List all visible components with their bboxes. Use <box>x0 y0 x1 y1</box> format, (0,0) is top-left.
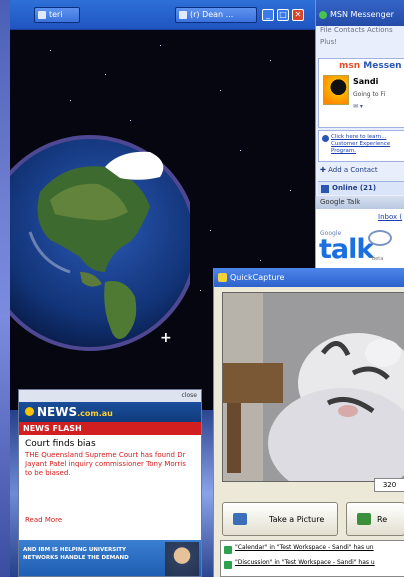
msn-title: MSN Messenger <box>330 10 394 19</box>
news-close-button[interactable]: close <box>19 390 201 402</box>
webcam-image <box>223 293 404 481</box>
window-icon <box>38 11 46 19</box>
taskbar-button-label: teri <box>49 10 63 19</box>
gtalk-beta-label: beta <box>372 256 384 262</box>
webcam-preview <box>222 292 404 482</box>
close-button[interactable]: ✕ <box>292 9 304 21</box>
news-headline[interactable]: Court finds bias <box>19 435 201 449</box>
online-group-header[interactable]: Online (21) <box>318 181 404 195</box>
maximize-button[interactable]: □ <box>277 9 289 21</box>
gtalk-logo: talk <box>319 234 374 265</box>
workspace-icon <box>224 561 232 569</box>
msn-plus-menu[interactable]: Plus! <box>316 38 404 50</box>
log-entry[interactable]: "Calendar" in "Test Workspace - Sandi" h… <box>223 544 374 556</box>
log-entry[interactable]: "Discussion" in "Test Workspace - Sandi"… <box>223 559 375 571</box>
qc-title: QuickCapture <box>230 273 285 282</box>
avatar[interactable] <box>323 75 349 105</box>
take-picture-button[interactable]: Take a Picture <box>222 502 338 536</box>
record-button[interactable]: Re <box>346 502 404 536</box>
taskbar: teri (r) Dean ... _ □ ✕ <box>10 0 315 30</box>
read-more-link[interactable]: Read More <box>25 516 62 524</box>
msn-buddy-icon <box>319 11 327 19</box>
msn-menu-bar[interactable]: File Contacts Actions <box>316 26 404 38</box>
taskbar-edge <box>10 410 18 577</box>
msn-profile-panel: msn Messen Sandi Going to Fi ✉ ▾ <box>318 58 404 128</box>
qc-activity-log: "Calendar" in "Test Workspace - Sandi" h… <box>220 540 404 577</box>
qc-title-bar[interactable]: QuickCapture <box>214 268 404 287</box>
ad-text: AND IBM IS HELPING UNIVERSITY NETWORKS H… <box>23 547 129 561</box>
camera-app-icon <box>218 273 227 282</box>
inbox-link[interactable]: Inbox ( <box>378 213 402 221</box>
mail-icon[interactable]: ✉ ▾ <box>353 103 363 110</box>
taskbar-edge <box>202 410 213 577</box>
news-summary: THE Queensland Supreme Court has found D… <box>25 451 186 477</box>
google-talk-window: Google Talk Inbox ( Google talk beta <box>315 196 404 268</box>
camera-icon <box>233 513 247 525</box>
minimize-button[interactable]: _ <box>262 9 274 21</box>
msn-messenger-window: MSN Messenger File Contacts Actions Plus… <box>315 0 404 196</box>
resolution-select[interactable]: 320 <box>374 478 404 492</box>
msn-user-name[interactable]: Sandi <box>353 77 378 86</box>
taskbar-button-teri[interactable]: teri <box>34 7 80 23</box>
add-contact-link[interactable]: ✚ Add a Contact <box>320 166 378 174</box>
earth-globe[interactable] <box>10 122 190 364</box>
news-flash-label: NEWS FLASH <box>19 422 201 435</box>
add-contact-icon: ✚ <box>320 166 329 174</box>
msn-title-bar[interactable]: MSN Messenger <box>316 0 404 26</box>
info-icon <box>322 135 329 142</box>
crosshair-icon: + <box>160 330 172 346</box>
gtalk-title-bar[interactable]: Google Talk <box>316 196 404 209</box>
taskbar-button-label: (r) Dean ... <box>190 10 234 19</box>
msn-info-link[interactable]: Click here to learn... Customer Experien… <box>318 130 404 162</box>
chat-bubble-icon <box>368 230 392 246</box>
ad-photo <box>165 542 199 576</box>
news-widget: close NEWS.com.au NEWS FLASH Court finds… <box>18 389 202 577</box>
video-icon <box>357 513 371 525</box>
news-brand-header: NEWS.com.au <box>19 402 201 422</box>
window-icon <box>179 11 187 19</box>
news-ad-banner[interactable]: AND IBM IS HELPING UNIVERSITY NETWORKS H… <box>19 540 201 576</box>
taskbar-button-dean[interactable]: (r) Dean ... <box>175 7 257 23</box>
news-logo-icon <box>25 407 34 416</box>
msn-status-message[interactable]: Going to Fi <box>353 91 385 98</box>
quickcapture-window: QuickCapture 320 Take a Picture Re "Cale… <box>213 268 404 577</box>
desktop-edge <box>0 0 10 577</box>
workspace-icon <box>224 546 232 554</box>
msn-logo: msn Messen <box>339 61 402 71</box>
expand-icon <box>321 185 329 193</box>
